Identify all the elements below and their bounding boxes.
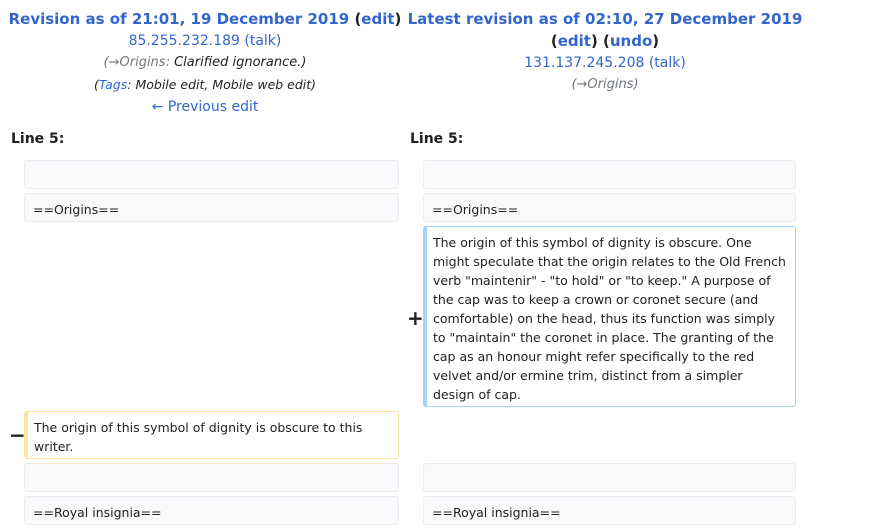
right-context-royal-heading: ==Royal insignia== <box>423 496 796 525</box>
added-line-marker: + <box>407 306 424 330</box>
right-talk-link[interactable]: (talk) <box>649 55 686 71</box>
left-comment-section-link[interactable]: →Origins: <box>109 55 170 70</box>
undo-link[interactable]: undo <box>610 32 652 50</box>
right-edit-link[interactable]: edit <box>558 32 591 50</box>
left-context-royal-heading: ==Royal insignia== <box>24 496 399 525</box>
right-context-empty-line <box>423 160 796 189</box>
right-context-origins-heading: ==Origins== <box>423 193 796 222</box>
right-revision-title-link[interactable]: Latest revision as of 02:10, 27 December… <box>408 10 803 28</box>
right-edit-open: ( <box>550 32 558 50</box>
left-comment-text: Clarified ignorance.) <box>174 55 307 70</box>
left-revision-title-link[interactable]: Revision as of 21:01, 19 December 2019 <box>9 10 350 28</box>
left-context-empty-line <box>24 160 399 189</box>
added-line: The origin of this symbol of dignity is … <box>423 226 796 407</box>
right-edit-close: ) <box>652 32 660 50</box>
right-line-number: Line 5: <box>410 131 464 147</box>
left-edit-link[interactable]: edit <box>361 10 394 28</box>
left-context-empty-line-2 <box>24 463 399 492</box>
right-revision-header: Latest revision as of 02:10, 27 December… <box>400 8 810 96</box>
right-context-empty-line-2 <box>423 463 796 492</box>
left-context-origins-heading: ==Origins== <box>24 193 399 222</box>
left-tags-link[interactable]: Tags <box>99 77 127 92</box>
previous-edit-link[interactable]: ← Previous edit <box>152 99 259 115</box>
left-tags-text: : Mobile edit, Mobile web edit) <box>127 77 317 92</box>
left-revision-header: Revision as of 21:01, 19 December 2019 (… <box>0 8 410 118</box>
left-talk-link[interactable]: (talk) <box>244 33 281 49</box>
removed-line: The origin of this symbol of dignity is … <box>24 411 399 459</box>
left-line-number: Line 5: <box>11 131 65 147</box>
left-user-link[interactable]: 85.255.232.189 <box>129 33 240 49</box>
right-user-link[interactable]: 131.137.245.208 <box>524 55 644 71</box>
right-edit-mid: ) ( <box>590 32 610 50</box>
right-comment: (→Origins) <box>571 77 639 92</box>
